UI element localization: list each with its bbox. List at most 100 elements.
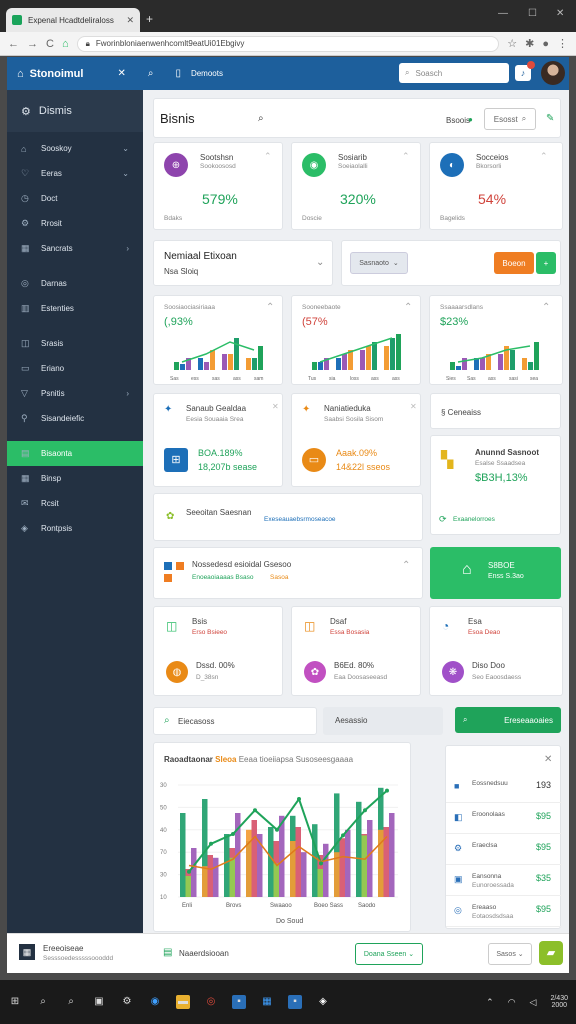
add-button[interactable]: + — [536, 252, 556, 274]
minimize-icon[interactable]: — — [498, 8, 508, 19]
chevron-up-icon[interactable]: ⌃ — [402, 560, 410, 571]
settings-icon[interactable]: ⚙ — [120, 995, 134, 1009]
settings-icon: ⚙ — [21, 105, 31, 118]
green-stat-card[interactable]: ⌂ S8BOE Enss S.3ao — [430, 547, 561, 599]
search-bar[interactable]: ⌕ Eiecasoss — [153, 707, 317, 735]
chart-bar — [510, 350, 515, 370]
orange-button[interactable]: Boeon — [494, 252, 534, 274]
app-icon[interactable]: ▪ — [232, 995, 246, 1009]
browser-tab[interactable]: Expenal Hcadtdeliraloss ✕ — [6, 8, 140, 32]
kpi-menu-icon[interactable]: ⌃ — [264, 151, 272, 162]
menu-icon[interactable]: ⋮ — [557, 37, 568, 50]
star-icon[interactable]: ☆ — [507, 37, 517, 50]
summary-card[interactable]: ◫ Dsaf Essa Bosasia ✿ B6Ed. 80% Eaa Doosaseea… — [291, 606, 421, 696]
info-row-link[interactable]: Sasoa — [270, 574, 288, 581]
search-icon[interactable]: ⌕ — [64, 995, 78, 1009]
list-item[interactable]: ◎ Ereaaso Eotaosdsdsaa $95 — [446, 896, 562, 927]
shield-icon[interactable]: ◈ — [316, 995, 330, 1009]
avatar[interactable] — [541, 61, 565, 85]
bookmark-icon[interactable]: ▯ — [175, 68, 181, 79]
panel-header: § Ceneaiss — [430, 393, 561, 429]
edit-icon[interactable]: ✎ — [546, 113, 554, 124]
sidebar-item[interactable]: ▥ Estenties — [7, 296, 143, 321]
chevron-down-icon[interactable]: ⌄ — [316, 257, 324, 268]
search-icon[interactable]: ⌕ — [258, 113, 264, 124]
stat-card[interactable]: ✦ Naniatieduka Saabsi Sosila Sisom ✕ ▭ Aaak.0… — [291, 393, 421, 487]
chat-icon[interactable]: ▰ — [539, 941, 563, 965]
kpi-menu-icon[interactable]: ⌃ — [402, 151, 410, 162]
sidebar-item[interactable]: ◎ Darnas — [7, 271, 143, 296]
notification-icon[interactable]: ♪ — [515, 61, 535, 81]
footer-select[interactable]: Sasos ⌄ — [488, 943, 532, 965]
list-item[interactable]: ◧ Eroonolaas $95 — [446, 803, 562, 834]
close-icon[interactable]: ✕ — [544, 754, 552, 765]
select-dropdown[interactable]: Sasnaoto ⌄ — [350, 252, 408, 274]
sidebar-item[interactable]: ▦ Sancrats › — [7, 236, 143, 261]
stat-card[interactable]: ✦ Sanaub Gealdaa Eesia Souaaia Srea ✕ ⊞ BOA.1… — [153, 393, 283, 487]
sidebar-item[interactable]: ▽ Psnitis › — [7, 381, 143, 406]
summary-card[interactable]: ◫ Bsis Erso Bsieeo ◍ Dssd. 00% D_38sn — [153, 606, 283, 696]
store-icon[interactable]: ▦ — [260, 995, 274, 1009]
kpi-card[interactable]: ◉ Sosiarib Soeiaolalli ⌃ 320% Doscie — [291, 142, 421, 230]
search-icon[interactable]: ⌕ — [148, 68, 154, 79]
app-brand[interactable]: ⌂ Stonoimul — [17, 68, 83, 80]
sidebar-item[interactable]: ◫ Srasis — [7, 331, 143, 356]
sidebar-item[interactable]: ▤ Bisaonta — [7, 441, 143, 466]
folder-icon[interactable]: ▬ — [176, 995, 190, 1009]
search-input[interactable]: ⌕ Soasch — [399, 63, 509, 83]
sidebar-item[interactable]: ⚙ Rrosit — [7, 211, 143, 236]
clock[interactable]: 2/430 2000 — [550, 995, 568, 1009]
close-tab-icon[interactable]: ✕ — [126, 15, 134, 26]
extension-icon[interactable]: ✱ — [525, 37, 534, 50]
sidebar-item[interactable]: ▭ Eriano — [7, 356, 143, 381]
list-item[interactable]: ▣ Eansonna Eunoroessada $35 — [446, 865, 562, 896]
sidebar-item[interactable]: ⌂ Sooskoy ⌄ — [7, 136, 143, 161]
notice-link[interactable]: Exeseauaebsrmoseacoe — [264, 516, 336, 523]
summary-value: B6Ed. 80% — [334, 661, 375, 670]
list-item[interactable]: ⚙ Eraeclsa $95 — [446, 834, 562, 865]
tray-up-icon[interactable]: ⌃ — [486, 997, 494, 1008]
maximize-icon[interactable]: ☐ — [528, 8, 537, 19]
chart-bar — [213, 857, 219, 897]
close-icon[interactable]: ✕ — [272, 402, 279, 411]
sidebar-item[interactable]: ✉ Rcsit — [7, 491, 143, 516]
network-icon[interactable]: ◠ — [508, 997, 516, 1008]
url-field[interactable]: 🔒︎ Fworinbloniaenwenhcomlt9eatUi01Ebgivy — [76, 35, 500, 52]
sidebar-item[interactable]: ⚲ Sisandeiefic — [7, 406, 143, 431]
panel-link[interactable]: Exaanelorroes — [453, 516, 495, 523]
windows-start-icon[interactable]: ⊞ — [8, 995, 22, 1009]
chevron-up-icon[interactable]: ⌃ — [542, 302, 550, 313]
header-action[interactable]: Bsoois — [446, 116, 470, 125]
close-icon[interactable]: ✕ — [117, 68, 125, 79]
edge-icon[interactable]: ◉ — [148, 995, 162, 1009]
sidebar-item[interactable]: ♡ Eeras ⌄ — [7, 161, 143, 186]
forward-icon[interactable]: → — [27, 38, 38, 50]
chevron-up-icon[interactable]: ⌃ — [266, 302, 274, 313]
sidebar-item[interactable]: ◈ Rontpsis — [7, 516, 143, 541]
list-item[interactable]: ■ Eossnedsuu 193 — [446, 772, 562, 803]
footer-dropdown[interactable]: Doana Sseen ⌄ — [355, 943, 423, 965]
kpi-card[interactable]: ◐ Socceios Bkorsorli ⌃ 54% Bagelids — [429, 142, 563, 230]
reload-icon[interactable]: C — [46, 38, 54, 50]
taskview-icon[interactable]: ▣ — [92, 995, 106, 1009]
chevron-up-icon[interactable]: ⌃ — [404, 302, 412, 313]
kpi-menu-icon[interactable]: ⌃ — [540, 151, 548, 162]
home-icon[interactable]: ⌂ — [62, 38, 69, 50]
profile-icon[interactable]: ● — [542, 38, 549, 50]
app-icon[interactable]: ▪ — [288, 995, 302, 1009]
sidebar-item[interactable]: ▦ Binsp — [7, 466, 143, 491]
chrome-icon[interactable]: ◎ — [204, 995, 218, 1009]
search-icon[interactable]: ⌕ — [36, 995, 50, 1009]
header-search-box[interactable]: Esosst ⌕ — [484, 108, 536, 130]
volume-icon[interactable]: ◁ — [530, 997, 537, 1008]
close-icon[interactable]: ✕ — [410, 402, 417, 411]
close-window-icon[interactable]: ✕ — [556, 8, 564, 19]
filter-label[interactable]: Demoots — [191, 69, 223, 78]
summary-card[interactable]: ◔ Esa Esoa Deao ❋ Diso Doo Seo Eaoosdaess — [429, 606, 563, 696]
green-action-button[interactable]: ⌕ Ereseaaoaies — [455, 707, 561, 733]
sidebar-item[interactable]: ◷ Doct — [7, 186, 143, 211]
back-icon[interactable]: ← — [8, 38, 19, 50]
kpi-card[interactable]: ⊕ Sootshsn Sookoososd ⌃ 579% Bdaks — [153, 142, 283, 230]
chevron-icon: › — [126, 389, 129, 398]
new-tab-icon[interactable]: + — [146, 12, 153, 26]
